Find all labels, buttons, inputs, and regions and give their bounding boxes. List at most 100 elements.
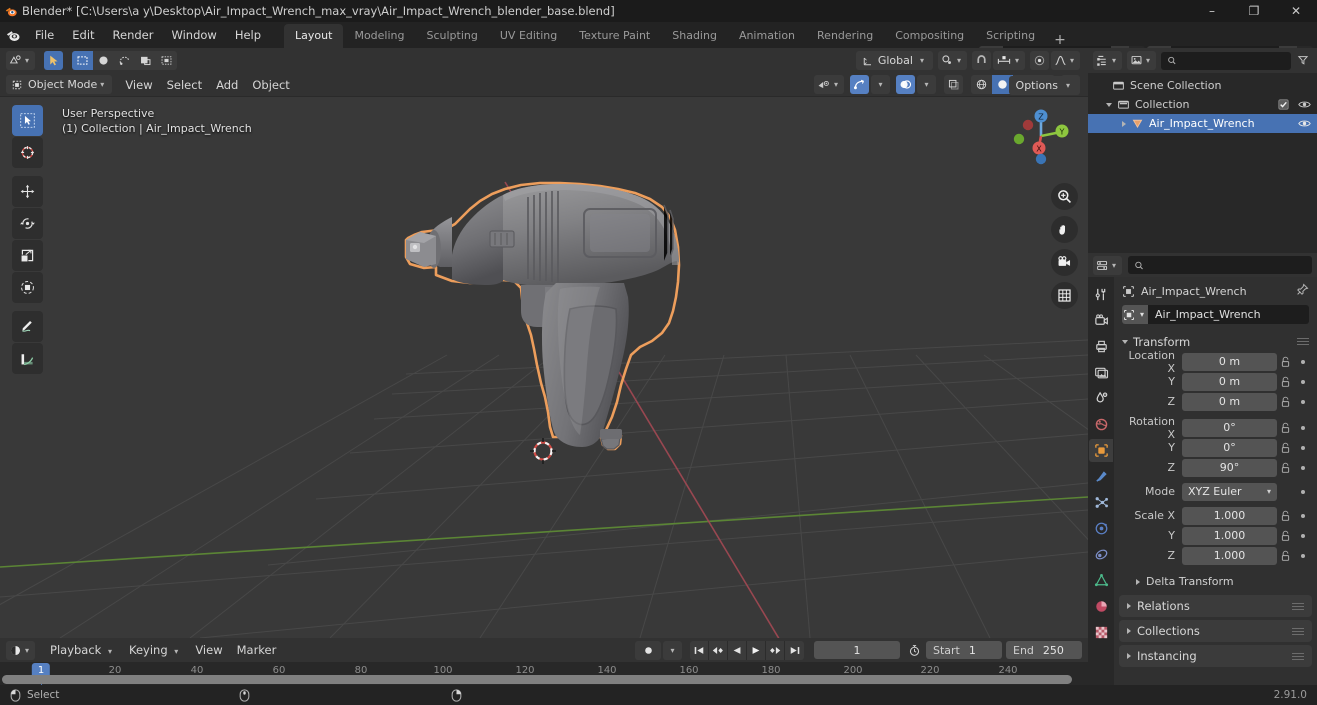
- start-frame-field[interactable]: Start 1: [926, 641, 1002, 659]
- object-name-field[interactable]: ▾ Air_Impact_Wrench: [1122, 305, 1309, 324]
- outliner-row-scene-collection[interactable]: Scene Collection: [1088, 76, 1317, 95]
- pin-icon[interactable]: [1296, 283, 1309, 299]
- select-mode-group[interactable]: [72, 51, 178, 70]
- scale-y-animate-icon[interactable]: [1294, 533, 1311, 538]
- properties-tab-render[interactable]: [1089, 309, 1113, 332]
- properties-tab-output[interactable]: [1089, 335, 1113, 358]
- rotation-z-animate-icon[interactable]: [1294, 465, 1311, 470]
- workspace-tab-scripting[interactable]: Scripting: [975, 24, 1046, 48]
- location-x-animate-icon[interactable]: [1294, 359, 1311, 364]
- snapping-pivot-button[interactable]: ▾: [937, 51, 967, 70]
- tool-annotate[interactable]: [12, 311, 43, 342]
- properties-tab-world[interactable]: [1089, 413, 1113, 436]
- viewport-menu-add[interactable]: Add: [209, 76, 245, 94]
- properties-tab-physics[interactable]: [1089, 517, 1113, 540]
- select-all-icon[interactable]: [156, 51, 177, 70]
- instancing-panel[interactable]: Instancing: [1119, 645, 1312, 667]
- rotation-x-lock-icon[interactable]: [1277, 422, 1294, 434]
- close-button[interactable]: ✕: [1275, 0, 1317, 22]
- jump-to-next-keyframe-button[interactable]: [766, 640, 785, 660]
- auto-keyframe-button[interactable]: [635, 640, 661, 660]
- rotation-mode-dropdown[interactable]: XYZ Euler ▾: [1182, 482, 1277, 501]
- relations-panel[interactable]: Relations: [1119, 595, 1312, 617]
- jump-to-prev-keyframe-button[interactable]: [709, 640, 728, 660]
- outliner-editor[interactable]: ▾ ▾ Scene Collection Collection Air_Impa…: [1088, 48, 1317, 253]
- properties-tab-view-layer[interactable]: [1089, 361, 1113, 384]
- viewport-menu-select[interactable]: Select: [160, 76, 209, 94]
- proportional-falloff-button[interactable]: ▾: [1050, 51, 1080, 70]
- gizmo-options-chevron[interactable]: ▾: [871, 75, 890, 94]
- properties-tab-constraints[interactable]: [1089, 543, 1113, 566]
- workspace-tab-animation[interactable]: Animation: [728, 24, 806, 48]
- location-x-field[interactable]: 0 m: [1182, 352, 1277, 371]
- workspace-tab-sculpting[interactable]: Sculpting: [416, 24, 489, 48]
- timeline-horizontal-scrollbar[interactable]: [2, 675, 1072, 684]
- location-y-lock-icon[interactable]: [1277, 376, 1294, 388]
- properties-editor-type-button[interactable]: ▾: [1093, 255, 1123, 275]
- jump-to-end-button[interactable]: [785, 641, 804, 660]
- location-z-field[interactable]: 0 m: [1182, 392, 1277, 411]
- transform-expander-icon[interactable]: [1122, 339, 1128, 344]
- tweak-mode-button[interactable]: [44, 51, 64, 70]
- rotation-y-field[interactable]: 0°: [1182, 438, 1277, 457]
- outliner-filter-view-layer-button[interactable]: ▾: [1127, 51, 1157, 70]
- tool-scale[interactable]: [12, 240, 43, 271]
- location-y-field[interactable]: 0 m: [1182, 372, 1277, 391]
- show-gizmo-button[interactable]: [850, 75, 869, 94]
- maximize-button[interactable]: ❐: [1233, 0, 1275, 22]
- properties-search-box[interactable]: [1128, 256, 1312, 274]
- current-frame-field[interactable]: 1: [814, 641, 900, 659]
- scale-y-field[interactable]: 1.000: [1182, 526, 1277, 545]
- collection-checkbox[interactable]: [1278, 99, 1289, 110]
- proportional-edit-button[interactable]: [1029, 51, 1049, 70]
- collection-expander-icon[interactable]: [1106, 102, 1112, 107]
- viewport-options-button[interactable]: Options ▾: [1008, 76, 1080, 95]
- scale-z-field[interactable]: 1.000: [1182, 546, 1277, 565]
- properties-tab-object[interactable]: [1089, 439, 1113, 462]
- menu-file[interactable]: File: [26, 25, 63, 45]
- outliner-search-box[interactable]: [1161, 51, 1291, 70]
- workspace-tab-texture-paint[interactable]: Texture Paint: [568, 24, 661, 48]
- properties-tab-scene[interactable]: [1089, 387, 1113, 410]
- menu-window[interactable]: Window: [162, 25, 225, 45]
- viewport-canvas[interactable]: [0, 97, 1088, 638]
- wireframe-shading-icon[interactable]: [971, 75, 992, 94]
- rotation-x-animate-icon[interactable]: [1294, 425, 1311, 430]
- object-name-value[interactable]: Air_Impact_Wrench: [1148, 308, 1261, 321]
- timeline-menu-view[interactable]: View: [188, 641, 229, 659]
- location-x-lock-icon[interactable]: [1277, 356, 1294, 368]
- tool-tweak-select[interactable]: [12, 105, 43, 136]
- snap-to-increment-button[interactable]: ▾: [992, 51, 1025, 70]
- select-box-icon[interactable]: [72, 51, 94, 70]
- properties-tab-object-data[interactable]: [1089, 569, 1113, 592]
- 3d-viewport[interactable]: ▾ Global ▾ ▾ ▾ ▾ Object Mode ▾ View Sele…: [0, 48, 1088, 638]
- outliner-filter-icon[interactable]: [1294, 51, 1312, 70]
- workspace-tab-compositing[interactable]: Compositing: [884, 24, 975, 48]
- object-datablock-icon[interactable]: ▾: [1122, 305, 1148, 324]
- properties-tab-material[interactable]: [1089, 595, 1113, 618]
- workspace-tab-layout[interactable]: Layout: [284, 24, 344, 48]
- tool-transform[interactable]: [12, 272, 43, 303]
- camera-view-tool-icon[interactable]: [1051, 249, 1078, 276]
- show-overlays-button[interactable]: [896, 75, 915, 94]
- timeline-menu-marker[interactable]: Marker: [230, 641, 284, 659]
- workspace-tab-modeling[interactable]: Modeling: [343, 24, 415, 48]
- tool-cursor[interactable]: [12, 137, 43, 168]
- menu-help[interactable]: Help: [226, 25, 270, 45]
- relations-expander-icon[interactable]: [1127, 603, 1131, 609]
- object-visibility-eye-icon[interactable]: [1298, 118, 1311, 129]
- rotation-z-lock-icon[interactable]: [1277, 462, 1294, 474]
- location-z-lock-icon[interactable]: [1277, 396, 1294, 408]
- delta-transform-subpanel[interactable]: Delta Transform: [1114, 571, 1317, 592]
- jump-to-start-button[interactable]: [690, 640, 709, 660]
- timeline-menu-keying[interactable]: Keying ▾: [122, 641, 188, 659]
- scale-y-lock-icon[interactable]: [1277, 530, 1294, 542]
- object-mode-dropdown[interactable]: Object Mode ▾: [6, 75, 113, 94]
- timeline-ruler[interactable]: 20 40 60 80 100 120 140 160 180 200 220 …: [0, 662, 1088, 685]
- timeline-editor-type-button[interactable]: ▾: [6, 640, 36, 660]
- toggle-ortho-tool-icon[interactable]: [1051, 282, 1078, 309]
- xray-toggle-button[interactable]: [944, 75, 963, 94]
- properties-tab-modifier[interactable]: [1089, 465, 1113, 488]
- timeline-editor[interactable]: ▾ Playback ▾ Keying ▾ View Marker ▾ 1 St…: [0, 638, 1088, 685]
- rotation-y-lock-icon[interactable]: [1277, 442, 1294, 454]
